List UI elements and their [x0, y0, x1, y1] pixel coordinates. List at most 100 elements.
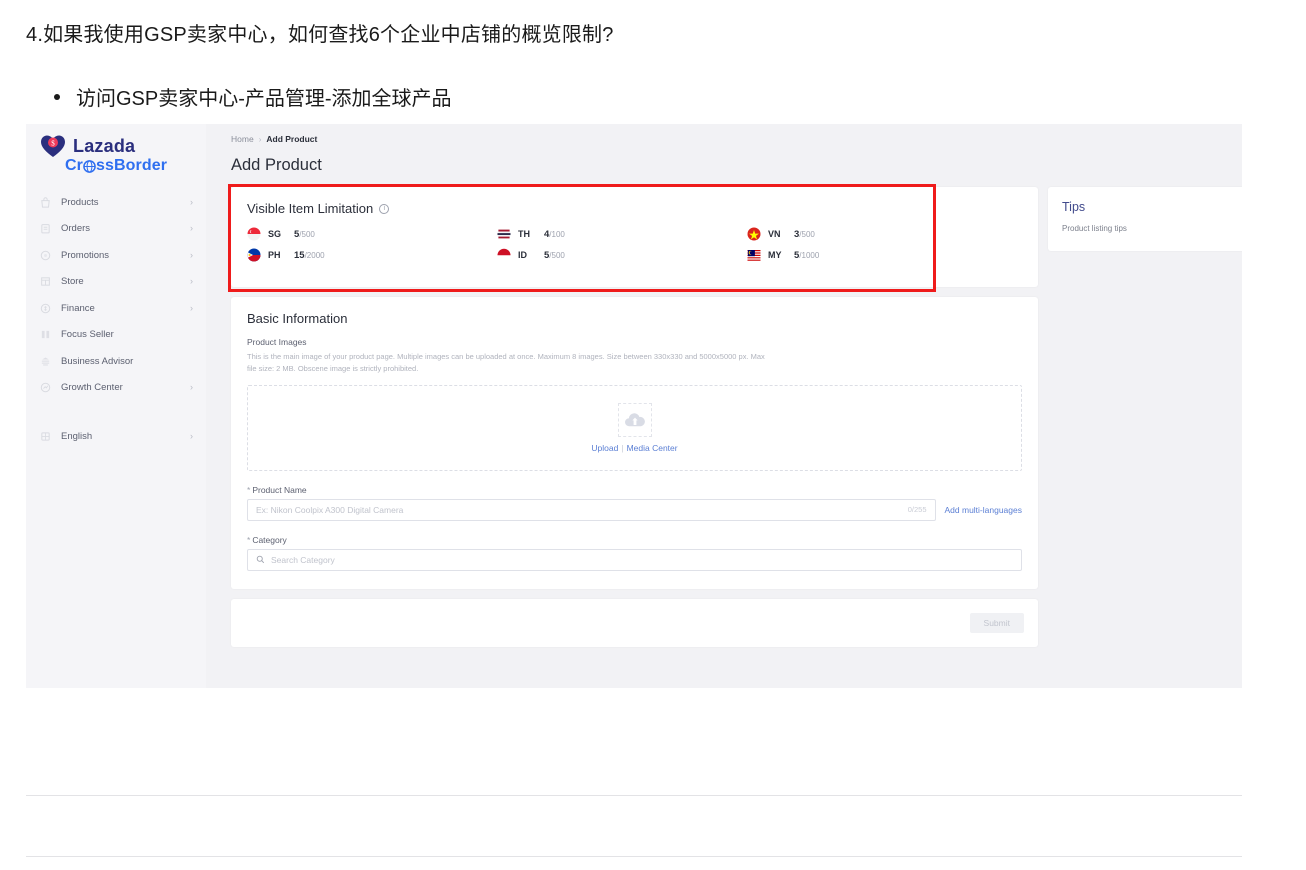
sidebar-item-growth-center[interactable]: Growth Center › [26, 375, 206, 402]
sidebar-item-products[interactable]: Products › [26, 189, 206, 216]
bullet-dot [54, 94, 60, 100]
sidebar-item-finance[interactable]: Finance › [26, 295, 206, 322]
country-code: SG [268, 229, 283, 239]
chevron-right-icon: › [190, 383, 193, 392]
logo-crossborder-text: Cr ssBorder [65, 157, 206, 175]
flag-sg-icon [247, 227, 261, 241]
sidebar-item-label: Business Advisor [61, 356, 183, 367]
country-count: 3/500 [794, 229, 815, 240]
svg-text:$: $ [51, 140, 55, 148]
sidebar-item-label: Products [61, 197, 180, 208]
upload-link[interactable]: Upload [591, 443, 618, 453]
country-code: ID [518, 250, 533, 260]
sidebar-nav: Products › Orders › Promotions › [26, 189, 206, 450]
basic-information-title: Basic Information [247, 311, 1022, 326]
chart-icon [40, 356, 51, 367]
question-heading: 4.如果我使用GSP卖家中心，如何查找6个企业中店铺的概览限制? [26, 18, 614, 47]
content-columns: Visible Item Limitation i [231, 187, 1220, 647]
side-column: Tips Product listing tips [1048, 187, 1242, 251]
logo-lazada-text: Lazada [73, 136, 135, 157]
country-count: 5/1000 [794, 250, 819, 261]
country-code: TH [518, 229, 533, 239]
sidebar-item-label: Growth Center [61, 382, 180, 393]
category-search-input[interactable]: Search Category [247, 549, 1022, 571]
add-multi-languages-link[interactable]: Add multi-languages [945, 505, 1023, 515]
page-title: Add Product [231, 156, 1220, 175]
sidebar-item-label: Orders [61, 223, 180, 234]
growth-icon [40, 382, 51, 393]
country-code: MY [768, 250, 783, 260]
tips-text[interactable]: Product listing tips [1062, 224, 1237, 233]
country-code: PH [268, 250, 283, 260]
flag-th-icon [497, 227, 511, 241]
country-limit-vn: VN 3/500 [747, 227, 997, 241]
shop-icon [40, 276, 51, 287]
globe-logo-icon [83, 160, 96, 173]
search-icon [256, 555, 265, 564]
app-logo[interactable]: $ Lazada Cr ssBorder [26, 124, 206, 175]
sidebar-item-focus-seller[interactable]: Focus Seller [26, 322, 206, 349]
required-mark: * [247, 535, 250, 545]
product-images-help-text: This is the main image of your product p… [247, 351, 767, 376]
main-content: Home › Add Product Add Product Visible I… [206, 124, 1242, 688]
sidebar-spacer [26, 401, 206, 423]
sidebar-item-orders[interactable]: Orders › [26, 216, 206, 243]
visible-item-limitation-card: Visible Item Limitation i [231, 187, 1038, 287]
country-code: VN [768, 229, 783, 239]
product-name-input-row: Ex: Nikon Coolpix A300 Digital Camera 0/… [247, 499, 1022, 521]
page-divider-2 [26, 856, 1242, 857]
sidebar-item-promotions[interactable]: Promotions › [26, 242, 206, 269]
category-label: *Category [247, 535, 1022, 545]
sidebar-item-label: Store [61, 276, 180, 287]
visible-item-limitation-wrapper: Visible Item Limitation i [231, 187, 1038, 287]
logo-ssborder-text: ssBorder [96, 157, 167, 175]
logo-cross-prefix: Cr [65, 157, 83, 175]
bag-icon [40, 197, 51, 208]
chevron-right-icon: › [190, 224, 193, 233]
tag-icon [40, 250, 51, 261]
visible-item-limitation-title-row: Visible Item Limitation i [247, 201, 1022, 216]
coin-icon [40, 303, 51, 314]
required-mark: * [247, 485, 250, 495]
chevron-right-icon: › [190, 198, 193, 207]
product-name-input[interactable]: Ex: Nikon Coolpix A300 Digital Camera 0/… [247, 499, 936, 521]
star-icon [40, 329, 51, 340]
main-column: Visible Item Limitation i [231, 187, 1038, 647]
basic-information-card: Basic Information Product Images This is… [231, 297, 1038, 589]
flag-ph-icon [247, 248, 261, 262]
chevron-right-icon: › [190, 304, 193, 313]
country-count: 15/2000 [294, 250, 325, 261]
page-divider-1 [26, 795, 1242, 796]
product-images-label: Product Images [247, 337, 1022, 347]
breadcrumb-separator-icon: › [259, 135, 262, 144]
product-name-counter: 0/255 [908, 505, 927, 514]
cloud-upload-box [618, 403, 652, 437]
chevron-right-icon: › [190, 277, 193, 286]
info-icon[interactable]: i [379, 204, 389, 214]
bullet-text: 访问GSP卖家中心-产品管理-添加全球产品 [76, 82, 452, 111]
sidebar-item-business-advisor[interactable]: Business Advisor [26, 348, 206, 375]
submit-button[interactable]: Submit [970, 613, 1024, 633]
country-limit-id: ID 5/500 [497, 248, 747, 262]
flag-my-icon [747, 248, 761, 262]
sidebar-item-store[interactable]: Store › [26, 269, 206, 296]
sidebar-item-label: English [61, 431, 180, 442]
link-divider: | [621, 443, 623, 453]
submit-bar: Submit [231, 599, 1038, 647]
country-count: 4/100 [544, 229, 565, 240]
clipboard-icon [40, 223, 51, 234]
chevron-right-icon: › [190, 432, 193, 441]
category-placeholder: Search Category [271, 555, 335, 565]
image-dropzone[interactable]: Upload| Media Center [247, 385, 1022, 471]
lazada-heart-icon: $ [40, 134, 66, 158]
tips-title: Tips [1062, 200, 1237, 214]
breadcrumb-home[interactable]: Home [231, 134, 254, 144]
country-limit-sg: SG 5/500 [247, 227, 497, 241]
sidebar-item-label: Promotions [61, 250, 180, 261]
country-count: 5/500 [294, 229, 315, 240]
media-center-link[interactable]: Media Center [627, 443, 678, 453]
upload-links: Upload| Media Center [591, 443, 677, 453]
screenshot-frame: $ Lazada Cr ssBorder Product [26, 124, 1242, 688]
sidebar-item-language[interactable]: English › [26, 423, 206, 450]
sidebar-item-label: Focus Seller [61, 329, 183, 340]
